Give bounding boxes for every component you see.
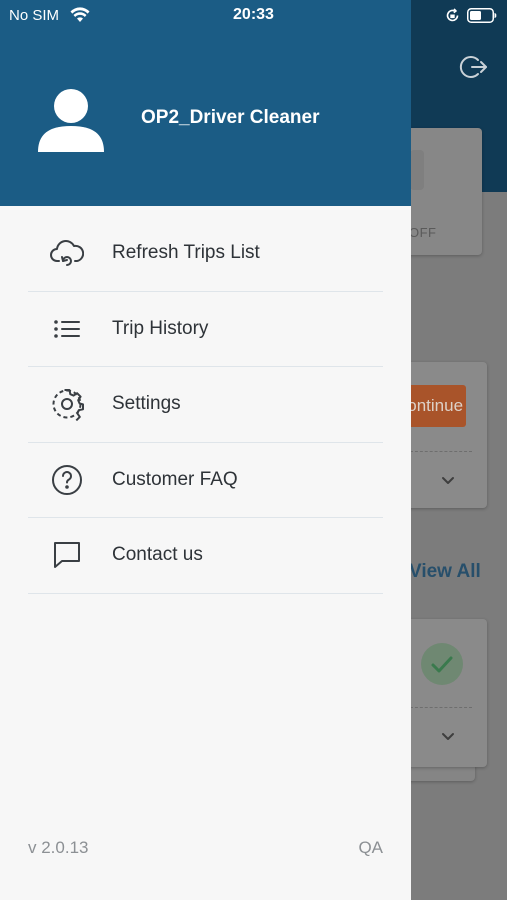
check-icon: [431, 656, 453, 673]
background-divider: [410, 707, 472, 708]
menu-item-refresh-trips[interactable]: Refresh Trips List: [28, 216, 383, 292]
background-view-all-link[interactable]: View All: [409, 561, 481, 583]
status-bar: No SIM 20:33: [0, 0, 507, 32]
question-circle-icon: [52, 464, 82, 495]
menu-item-label: Trip History: [112, 317, 209, 339]
battery-icon: [467, 8, 497, 23]
navigation-drawer: OP2_Driver Cleaner Refresh Trips List Tr…: [0, 0, 411, 900]
chevron-down-icon[interactable]: [440, 728, 456, 744]
chat-bubble-icon: [54, 542, 80, 569]
chevron-down-icon[interactable]: [440, 472, 456, 488]
background-divider: [410, 451, 472, 452]
user-name: OP2_Driver Cleaner: [141, 107, 320, 128]
background-toggle[interactable]: [410, 150, 424, 190]
menu-item-settings[interactable]: Settings: [28, 367, 383, 443]
user-avatar-icon: [38, 89, 104, 152]
background-toggle-label: OFF: [409, 225, 437, 240]
drawer-menu: Refresh Trips List Trip History Settings: [28, 216, 383, 594]
menu-item-contact-us[interactable]: Contact us: [28, 518, 383, 594]
logout-icon[interactable]: [459, 52, 489, 82]
environment-label: QA: [358, 838, 383, 857]
cloud-refresh-icon: [50, 240, 84, 267]
menu-item-label: Settings: [112, 393, 181, 415]
status-time: 20:33: [233, 6, 274, 23]
menu-item-customer-faq[interactable]: Customer FAQ: [28, 443, 383, 518]
menu-item-trip-history[interactable]: Trip History: [28, 292, 383, 367]
menu-item-label: Refresh Trips List: [112, 242, 260, 264]
menu-item-label: Customer FAQ: [112, 468, 238, 490]
gear-icon: [52, 389, 84, 422]
orientation-lock-icon: [446, 8, 459, 22]
list-icon: [54, 319, 80, 338]
app-version: v 2.0.13: [28, 838, 89, 857]
menu-item-label: Contact us: [112, 544, 203, 566]
